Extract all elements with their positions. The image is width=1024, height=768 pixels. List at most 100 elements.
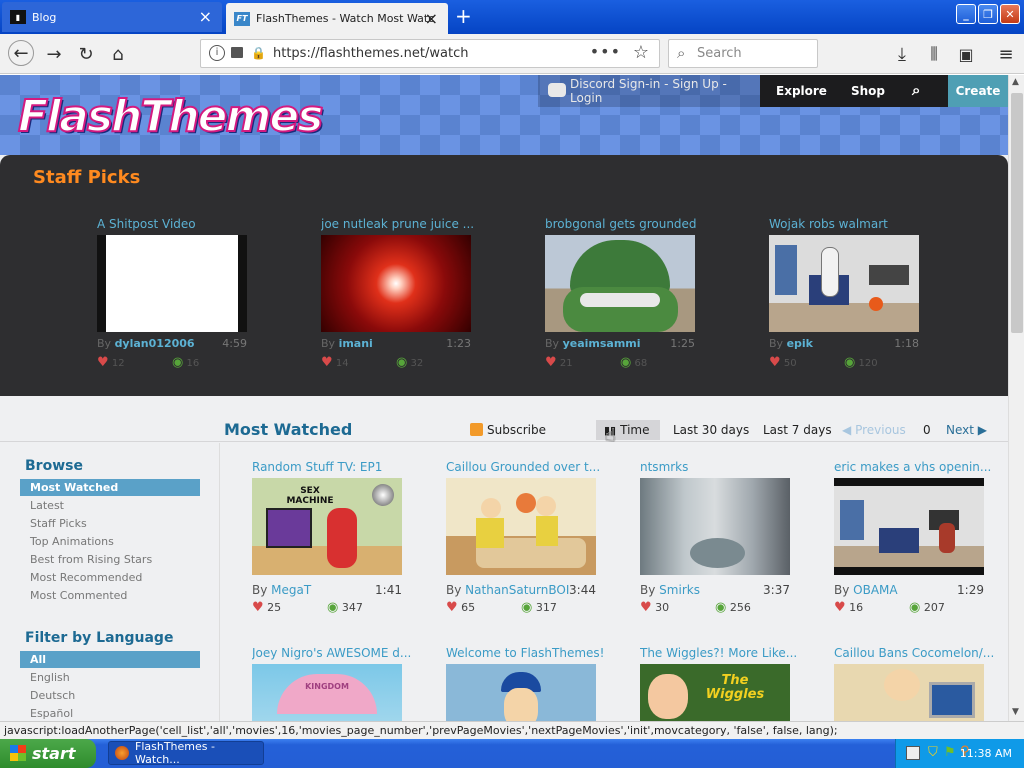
- staff-pick-item[interactable]: Wojak robs walmart By epik 1:18 ♥ 50 ◉ 120: [769, 217, 929, 370]
- search-input[interactable]: ⌕ Search: [668, 39, 818, 68]
- video-title[interactable]: The Wiggles?! More Like...: [640, 646, 800, 660]
- video-thumbnail[interactable]: The Wiggles: [640, 664, 790, 721]
- sidebar-item-most-watched[interactable]: Most Watched: [20, 479, 200, 496]
- sidebar-item-staff-picks[interactable]: Staff Picks: [20, 515, 200, 532]
- lang-item-deutsch[interactable]: Deutsch: [20, 687, 200, 704]
- scroll-down-icon[interactable]: ▼: [1012, 707, 1019, 717]
- tab-blog[interactable]: ▮ Blog ×: [2, 2, 222, 32]
- video-thumbnail[interactable]: [321, 235, 471, 332]
- video-card[interactable]: ntsmrks By Smirks 3:37 ♥ 30 ◉ 256: [640, 460, 800, 615]
- video-thumbnail[interactable]: [769, 235, 919, 332]
- sidebar-item-most-commented[interactable]: Most Commented: [20, 587, 200, 604]
- back-icon[interactable]: ←: [8, 40, 34, 66]
- reload-icon[interactable]: ↻: [74, 42, 98, 66]
- sidebar-item-latest[interactable]: Latest: [20, 497, 200, 514]
- close-tab-icon[interactable]: ×: [425, 10, 438, 26]
- taskbar-item-firefox[interactable]: FlashThemes - Watch...: [108, 740, 264, 766]
- forward-icon[interactable]: →: [42, 42, 66, 66]
- sidebar-item-most-recommended[interactable]: Most Recommended: [20, 569, 200, 586]
- staff-pick-item[interactable]: A Shitpost Video By dylan012006 4:59 ♥ 12…: [97, 217, 257, 370]
- video-title[interactable]: A Shitpost Video: [97, 217, 257, 231]
- video-thumbnail[interactable]: [640, 478, 790, 575]
- site-logo[interactable]: FlashThemes: [17, 90, 324, 143]
- video-title[interactable]: Wojak robs walmart: [769, 217, 929, 231]
- lang-item-all[interactable]: All: [20, 651, 200, 668]
- lock-icon[interactable]: 🔒: [251, 46, 266, 60]
- sidebar-item-rising-stars[interactable]: Best from Rising Stars: [20, 551, 200, 568]
- author-link[interactable]: imani: [339, 337, 373, 350]
- video-title[interactable]: joe nutleak prune juice ...: [321, 217, 481, 231]
- next-button[interactable]: Next ▶: [946, 423, 987, 437]
- search-icon[interactable]: ⌕: [912, 81, 920, 99]
- author-link[interactable]: yeaimsammi: [563, 337, 641, 350]
- staff-pick-item[interactable]: brobgonal gets grounded By yeaimsammi 1:2…: [545, 217, 705, 370]
- create-button[interactable]: Create: [948, 75, 1008, 107]
- page-actions-icon[interactable]: •••: [590, 42, 621, 61]
- video-card[interactable]: Caillou Grounded over t... By NathanSatu…: [446, 460, 606, 615]
- lang-item-english[interactable]: English: [20, 669, 200, 686]
- menu-icon[interactable]: ≡: [994, 42, 1018, 66]
- video-thumbnail[interactable]: [834, 478, 984, 575]
- video-thumbnail[interactable]: [446, 478, 596, 575]
- author-link[interactable]: OBAMA: [853, 583, 897, 597]
- start-button[interactable]: start: [0, 739, 96, 768]
- download-icon[interactable]: ⤓: [890, 42, 914, 66]
- bookmark-star-icon[interactable]: ☆: [633, 42, 649, 63]
- previous-button[interactable]: ◀ Previous: [842, 423, 906, 437]
- video-card[interactable]: Welcome to FlashThemes!: [446, 646, 606, 721]
- video-title[interactable]: brobgonal gets grounded: [545, 217, 705, 231]
- video-thumbnail[interactable]: [446, 664, 596, 721]
- signin-links[interactable]: Discord Sign-in - Sign Up - Login: [538, 75, 760, 107]
- keyboard-icon[interactable]: [906, 746, 920, 760]
- library-icon[interactable]: ⫼: [922, 42, 946, 66]
- home-icon[interactable]: ⌂: [106, 42, 130, 66]
- camera-permission-icon[interactable]: [231, 47, 243, 58]
- video-title[interactable]: ntsmrks: [640, 460, 800, 474]
- video-card[interactable]: eric makes a vhs openin... By OBAMA 1:29 …: [834, 460, 994, 615]
- vertical-scrollbar[interactable]: ▲ ▼: [1008, 75, 1024, 721]
- video-thumbnail[interactable]: [545, 235, 695, 332]
- video-card[interactable]: The Wiggles?! More Like... The Wiggles: [640, 646, 800, 721]
- video-thumbnail[interactable]: [97, 235, 247, 332]
- nav-shop[interactable]: Shop: [851, 84, 885, 98]
- last-7-days-button[interactable]: Last 7 days: [763, 423, 832, 437]
- lang-item-espanol[interactable]: Español: [20, 705, 200, 721]
- subscribe-link[interactable]: Subscribe: [470, 423, 546, 437]
- taskbar: start FlashThemes - Watch... ⛉ ⚑ ⚲ 11:38…: [0, 739, 1024, 768]
- tab-flashthemes[interactable]: FT FlashThemes - Watch Most Watc ×: [226, 3, 448, 34]
- shield-icon[interactable]: ⛉: [928, 745, 938, 760]
- video-title[interactable]: Random Stuff TV: EP1: [252, 460, 412, 474]
- scroll-up-icon[interactable]: ▲: [1012, 77, 1019, 87]
- scrollbar-thumb[interactable]: [1011, 93, 1023, 333]
- video-card[interactable]: Random Stuff TV: EP1 SEX MACHINE By Mega…: [252, 460, 412, 615]
- close-window-icon[interactable]: ✕: [1000, 4, 1020, 24]
- new-tab-icon[interactable]: +: [455, 4, 472, 28]
- minimize-icon[interactable]: _: [956, 4, 976, 24]
- author-link[interactable]: epik: [787, 337, 813, 350]
- staff-pick-item[interactable]: joe nutleak prune juice ... By imani 1:23…: [321, 217, 481, 370]
- network-icon[interactable]: ⚑: [944, 745, 956, 760]
- close-tab-icon[interactable]: ×: [199, 9, 212, 25]
- video-title[interactable]: Caillou Grounded over t...: [446, 460, 606, 474]
- video-title[interactable]: Welcome to FlashThemes!: [446, 646, 606, 660]
- author-link[interactable]: NathanSaturnBOI: [465, 583, 569, 597]
- video-title[interactable]: eric makes a vhs openin...: [834, 460, 994, 474]
- video-thumbnail[interactable]: KINGDOM: [252, 664, 402, 721]
- video-card[interactable]: Joey Nigro's AWESOME d... KINGDOM: [252, 646, 412, 721]
- signin-text[interactable]: Discord Sign-in - Sign Up - Login: [570, 77, 760, 105]
- last-30-days-button[interactable]: Last 30 days: [673, 423, 749, 437]
- author-link[interactable]: dylan012006: [115, 337, 195, 350]
- video-title[interactable]: Caillou Bans Cocomelon/...: [834, 646, 994, 660]
- author-link[interactable]: Smirks: [659, 583, 700, 597]
- video-thumbnail[interactable]: SEX MACHINE: [252, 478, 402, 575]
- sidebar-icon[interactable]: ▣: [954, 42, 978, 66]
- video-card[interactable]: Caillou Bans Cocomelon/...: [834, 646, 994, 721]
- sidebar-item-top-animations[interactable]: Top Animations: [20, 533, 200, 550]
- video-title[interactable]: Joey Nigro's AWESOME d...: [252, 646, 412, 660]
- url-bar[interactable]: i 🔒 https://flashthemes.net/watch ••• ☆: [200, 39, 660, 68]
- info-icon[interactable]: i: [209, 45, 225, 61]
- author-link[interactable]: MegaT: [271, 583, 311, 597]
- nav-explore[interactable]: Explore: [776, 84, 827, 98]
- video-thumbnail[interactable]: [834, 664, 984, 721]
- maximize-icon[interactable]: ❐: [978, 4, 998, 24]
